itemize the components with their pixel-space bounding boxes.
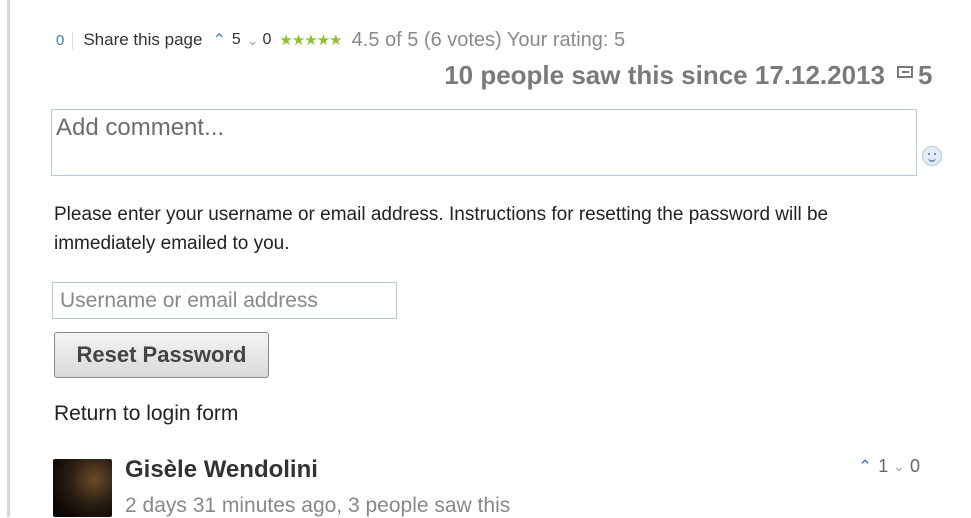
smiley-icon[interactable] bbox=[922, 146, 942, 166]
reset-password-button[interactable]: Reset Password bbox=[54, 332, 269, 378]
comment-upvote-icon[interactable]: ⌃ bbox=[858, 457, 872, 477]
comment-meta: 2 days 31 minutes ago, 3 people saw this bbox=[125, 494, 511, 517]
rating-summary: 4.5 of 5 (6 votes) Your rating: 5 bbox=[351, 28, 626, 51]
page-left-border bbox=[0, 0, 10, 517]
comment-count-value: 5 bbox=[918, 60, 933, 90]
share-page-link[interactable]: Share this page bbox=[83, 30, 202, 50]
downvote-icon[interactable]: ⌄ bbox=[247, 32, 259, 49]
share-bar: 0 Share this page ⌃ 5 ⌄ 0 ★★★★★ 4.5 of 5… bbox=[56, 25, 625, 55]
comment-downvote-icon[interactable]: ⌄ bbox=[893, 458, 905, 475]
return-to-login-link[interactable]: Return to login form bbox=[54, 402, 238, 426]
comment-upvote-count: 1 bbox=[878, 456, 889, 476]
downvote-count: 0 bbox=[262, 31, 272, 48]
comment-icon bbox=[897, 65, 913, 78]
avatar[interactable] bbox=[53, 459, 112, 517]
star-rating[interactable]: ★★★★★ bbox=[279, 31, 342, 49]
comment-vote: ⌃ 1 ⌄ 0 bbox=[858, 456, 920, 477]
comment-author[interactable]: Gisèle Wendolini bbox=[125, 456, 318, 484]
page-vote: ⌃ 5 ⌄ 0 bbox=[212, 30, 271, 50]
share-count[interactable]: 0 bbox=[56, 31, 74, 49]
upvote-icon[interactable]: ⌃ bbox=[212, 30, 225, 50]
add-comment-input[interactable] bbox=[51, 109, 917, 176]
username-email-input[interactable] bbox=[52, 282, 397, 319]
comment-downvote-count: 0 bbox=[910, 456, 921, 476]
upvote-count: 5 bbox=[231, 31, 241, 48]
comment-count[interactable]: 5 bbox=[897, 60, 932, 91]
reset-instructions: Please enter your username or email addr… bbox=[54, 204, 829, 254]
view-count: 10 people saw this since 17.12.2013 bbox=[444, 60, 885, 90]
